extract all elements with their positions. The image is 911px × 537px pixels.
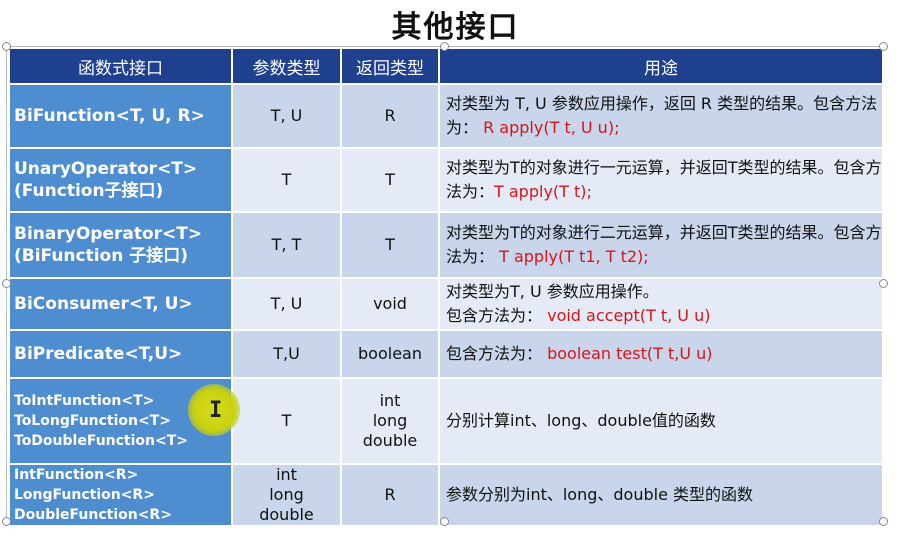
header-return-type: 返回类型	[340, 47, 440, 85]
resize-handle-bottom-right[interactable]	[879, 517, 888, 526]
resize-handle-bottom-left[interactable]	[2, 517, 11, 526]
interface-name-cell: BiPredicate<T,U>	[8, 329, 233, 379]
functional-interfaces-table: 函数式接口 参数类型 返回类型 用途 BiFunction<T, U, R> T…	[8, 47, 884, 527]
purpose-cell: 包含方法为： boolean test(T t,U u)	[438, 329, 884, 379]
slide-title: 其他接口	[391, 10, 520, 45]
return-type-cell: void	[340, 277, 440, 331]
param-type-cell: T	[231, 377, 342, 465]
purpose-cell: 分别计算int、long、double值的函数	[438, 377, 884, 465]
purpose-cell: 参数分别为int、long、double 类型的函数	[438, 463, 884, 527]
resize-handle-middle-right[interactable]	[879, 279, 888, 288]
header-purpose: 用途	[438, 47, 884, 85]
return-type-cell: T	[340, 211, 440, 279]
header-interface: 函数式接口	[8, 47, 233, 85]
purpose-cell: 对类型为T的对象进行一元运算，并返回T类型的结果。包含方法为：T apply(T…	[438, 147, 884, 213]
resize-handle-top-right[interactable]	[879, 42, 888, 51]
return-type-cell: R	[340, 463, 440, 527]
resize-handle-top-left[interactable]	[2, 42, 11, 51]
interface-name-cell: BiConsumer<T, U>	[8, 277, 233, 331]
table-row: BiFunction<T, U, R> T, U R 对类型为 T, U 参数应…	[8, 83, 884, 149]
purpose-cell: 对类型为T, U 参数应用操作。 包含方法为： void accept(T t, …	[438, 277, 884, 331]
param-type-cell: T	[231, 147, 342, 213]
table-row: ToIntFunction<T> ToLongFunction<T> ToDoubl…	[8, 377, 884, 465]
resize-handle-bottom-middle[interactable]	[440, 517, 449, 526]
table-row: BinaryOperator<T> (BiFunction 子接口) T, T T…	[8, 211, 884, 279]
table-header-row: 函数式接口 参数类型 返回类型 用途	[8, 47, 884, 85]
purpose-cell: 对类型为 T, U 参数应用操作，返回 R 类型的结果。包含方法为： R app…	[438, 83, 884, 149]
return-type-cell: boolean	[340, 329, 440, 379]
return-type-cell: R	[340, 83, 440, 149]
table-row: BiConsumer<T, U> T, U void 对类型为T, U 参数应用…	[8, 277, 884, 331]
interface-name-cell: UnaryOperator<T> (Function子接口)	[8, 147, 233, 213]
param-type-cell: T, U	[231, 83, 342, 149]
table-row: BiPredicate<T,U> T,U boolean 包含方法为： bool…	[8, 329, 884, 379]
table-row: UnaryOperator<T> (Function子接口) T T 对类型为T的…	[8, 147, 884, 213]
interface-name-cell: BinaryOperator<T> (BiFunction 子接口)	[8, 211, 233, 279]
text-cursor-icon: I	[209, 398, 223, 423]
header-param-type: 参数类型	[231, 47, 342, 85]
resize-handle-middle-left[interactable]	[2, 279, 11, 288]
param-type-cell: T,U	[231, 329, 342, 379]
resize-handle-top-middle[interactable]	[440, 42, 449, 51]
param-type-cell: T, T	[231, 211, 342, 279]
return-type-cell: T	[340, 147, 440, 213]
return-type-cell: int long double	[340, 377, 440, 465]
purpose-cell: 对类型为T的对象进行二元运算，并返回T类型的结果。包含方法为： T apply(…	[438, 211, 884, 279]
param-type-cell: T, U	[231, 277, 342, 331]
param-type-cell: int long double	[231, 463, 342, 527]
interface-name-cell: IntFunction<R> LongFunction<R> DoubleFunct…	[8, 463, 233, 527]
interface-name-cell: BiFunction<T, U, R>	[8, 83, 233, 149]
